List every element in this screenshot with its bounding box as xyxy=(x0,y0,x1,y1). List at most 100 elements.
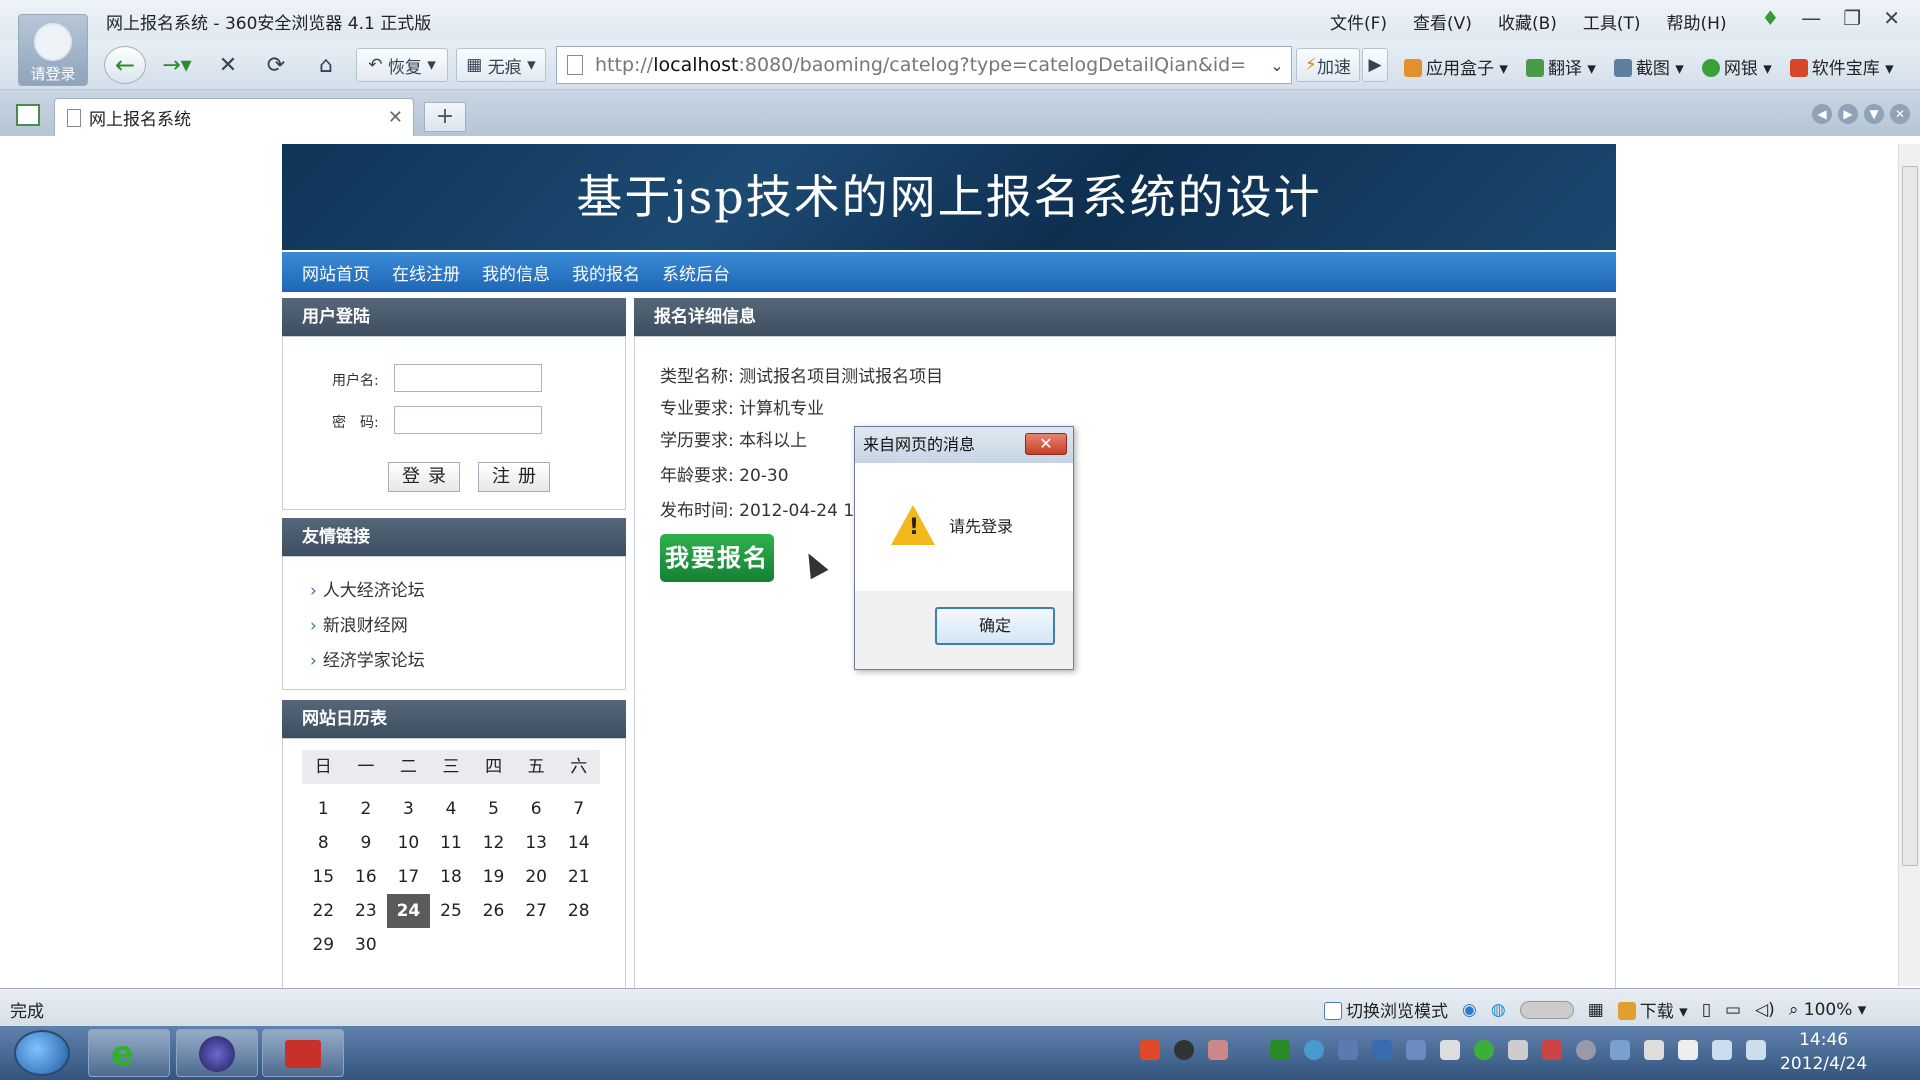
app-box-button[interactable]: 应用盒子 ▾ xyxy=(1404,54,1508,79)
calendar-day[interactable]: 11 xyxy=(430,826,473,860)
ie-icon[interactable]: ◉ xyxy=(1462,1000,1477,1020)
calendar-day[interactable]: 16 xyxy=(345,860,388,894)
restore-icon[interactable]: ❐ xyxy=(1843,6,1861,30)
calendar-day[interactable]: 17 xyxy=(387,860,430,894)
calendar-day[interactable]: 15 xyxy=(302,860,345,894)
tray-app-icon[interactable] xyxy=(1208,1040,1228,1060)
user-avatar[interactable]: 请登录 xyxy=(18,14,88,86)
shield-icon[interactable] xyxy=(1372,1040,1392,1060)
dialog-ok-button[interactable]: 确定 xyxy=(935,607,1055,645)
speaker-icon[interactable]: ◁) xyxy=(1755,1000,1775,1020)
tray-app-icon[interactable] xyxy=(1440,1040,1460,1060)
calc-icon[interactable]: ▦ xyxy=(1588,1000,1604,1020)
tab-close-icon[interactable]: ✕ xyxy=(388,107,403,128)
nav-my-signups[interactable]: 我的报名 xyxy=(572,260,640,285)
flag-icon[interactable] xyxy=(1644,1040,1664,1060)
scrollbar-thumb[interactable] xyxy=(1902,166,1918,866)
speedup-button[interactable]: ⚡ 加速 xyxy=(1296,48,1360,82)
stop-icon[interactable]: ✕ xyxy=(210,48,246,82)
sidebar-toggle-icon[interactable] xyxy=(16,104,40,126)
calendar-day[interactable]: 12 xyxy=(472,826,515,860)
username-input[interactable] xyxy=(394,364,542,392)
tray-app-icon[interactable] xyxy=(1270,1040,1290,1060)
taskbar-app-eclipse[interactable] xyxy=(176,1029,258,1077)
login-button[interactable]: 登录 xyxy=(388,462,460,492)
software-store-button[interactable]: 软件宝库 ▾ xyxy=(1789,54,1894,79)
forward-icon[interactable]: →▾ xyxy=(154,48,200,82)
taskbar-clock[interactable]: 14:46 2012/4/24 xyxy=(1780,1028,1867,1076)
menu-file[interactable]: 文件(F) xyxy=(1330,9,1387,34)
doc-icon[interactable]: ▯ xyxy=(1702,1000,1711,1020)
address-dropdown-icon[interactable]: ⌄ xyxy=(1262,48,1292,82)
tray-app-icon[interactable] xyxy=(1508,1040,1528,1060)
taskbar-app-browser[interactable]: e xyxy=(88,1029,170,1077)
tab-active[interactable]: 网上报名系统 ✕ xyxy=(54,98,414,136)
download-button[interactable]: 下载 ▾ xyxy=(1617,997,1688,1022)
nav-home[interactable]: 网站首页 xyxy=(302,260,370,285)
calendar-today[interactable]: 24 xyxy=(387,894,430,928)
tray-app-icon[interactable] xyxy=(1542,1040,1562,1060)
calendar-day[interactable]: 1 xyxy=(302,792,345,826)
menu-help[interactable]: 帮助(H) xyxy=(1667,9,1727,34)
tray-app-icon[interactable] xyxy=(1610,1040,1630,1060)
calendar-day[interactable]: 28 xyxy=(557,894,600,928)
start-button[interactable] xyxy=(14,1030,70,1076)
calendar-day[interactable]: 2 xyxy=(345,792,388,826)
calendar-day[interactable]: 22 xyxy=(302,894,345,928)
menu-view[interactable]: 查看(V) xyxy=(1413,9,1472,34)
calendar-day[interactable]: 6 xyxy=(515,792,558,826)
password-input[interactable] xyxy=(394,406,542,434)
new-tab-button[interactable]: + xyxy=(424,102,466,132)
calendar-day[interactable]: 25 xyxy=(430,894,473,928)
calendar-day[interactable]: 10 xyxy=(387,826,430,860)
tray-app-icon[interactable] xyxy=(1678,1040,1698,1060)
refresh-icon[interactable]: ⟳ xyxy=(258,48,294,82)
calendar-day[interactable]: 19 xyxy=(472,860,515,894)
ebank-button[interactable]: 网银 ▾ xyxy=(1701,54,1772,79)
calendar-day[interactable]: 23 xyxy=(345,894,388,928)
menu-tools[interactable]: 工具(T) xyxy=(1583,9,1641,34)
calendar-day[interactable]: 29 xyxy=(302,928,345,962)
close-icon[interactable]: ✕ xyxy=(1883,6,1900,30)
calendar-day[interactable]: 14 xyxy=(557,826,600,860)
monitor-icon[interactable]: ▭ xyxy=(1725,1000,1741,1020)
register-button[interactable]: 注册 xyxy=(478,462,550,492)
tab-next-icon[interactable]: ▶ xyxy=(1838,104,1858,124)
globe-icon[interactable]: ◍ xyxy=(1491,1000,1506,1020)
zoom-button[interactable]: ⌕ 100% ▾ xyxy=(1789,1000,1866,1020)
back-icon[interactable]: ← xyxy=(104,46,146,84)
calendar-day[interactable]: 21 xyxy=(557,860,600,894)
tab-prev-icon[interactable]: ◀ xyxy=(1812,104,1832,124)
calendar-day[interactable]: 3 xyxy=(387,792,430,826)
ime-icon[interactable] xyxy=(1140,1040,1160,1060)
signup-button[interactable]: 我要报名 xyxy=(660,534,774,582)
calendar-day[interactable]: 27 xyxy=(515,894,558,928)
home-icon[interactable]: ⌂ xyxy=(308,48,344,82)
screenshot-button[interactable]: 截图 ▾ xyxy=(1613,54,1684,79)
minimize-icon[interactable]: — xyxy=(1801,6,1821,30)
nav-register[interactable]: 在线注册 xyxy=(392,260,460,285)
toggle-icon[interactable] xyxy=(1519,1000,1574,1019)
tray-app-icon[interactable] xyxy=(1576,1040,1596,1060)
link-item[interactable]: 人大经济论坛 xyxy=(310,576,425,601)
network-icon[interactable] xyxy=(1712,1040,1732,1060)
menu-favorites[interactable]: 收藏(B) xyxy=(1498,9,1557,34)
volume-icon[interactable] xyxy=(1746,1040,1766,1060)
tray-app-icon[interactable] xyxy=(1338,1040,1358,1060)
address-bar[interactable]: http://localhost:8080/baoming/catelog?ty… xyxy=(556,46,1292,84)
translate-button[interactable]: 翻译 ▾ xyxy=(1525,54,1596,79)
taskbar-app-toolbox[interactable] xyxy=(262,1029,344,1077)
skin-icon[interactable]: ♦ xyxy=(1761,6,1779,30)
link-item[interactable]: 经济学家论坛 xyxy=(310,646,425,671)
switch-mode-button[interactable]: 切换浏览模式 xyxy=(1324,997,1448,1022)
calendar-day[interactable]: 20 xyxy=(515,860,558,894)
tray-app-icon[interactable] xyxy=(1474,1040,1494,1060)
dialog-close-icon[interactable]: ✕ xyxy=(1025,433,1067,455)
tray-app-icon[interactable] xyxy=(1174,1040,1194,1060)
tray-app-icon[interactable] xyxy=(1406,1040,1426,1060)
calendar-day[interactable]: 26 xyxy=(472,894,515,928)
vertical-scrollbar[interactable] xyxy=(1898,144,1920,986)
calendar-day[interactable]: 8 xyxy=(302,826,345,860)
tab-list-icon[interactable]: ▼ xyxy=(1864,104,1884,124)
incognito-button[interactable]: ▦ 无痕 ▾ xyxy=(456,48,546,82)
